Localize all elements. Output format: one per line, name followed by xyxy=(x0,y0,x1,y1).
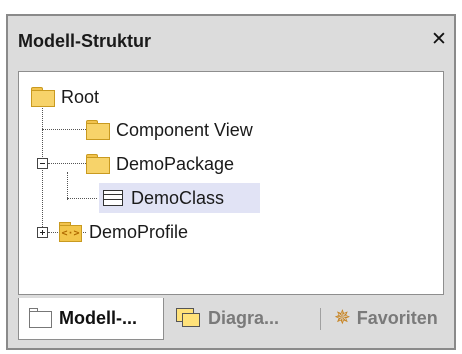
folder-icon xyxy=(86,153,112,175)
tree-node-demo-package[interactable]: DemoPackage xyxy=(86,149,234,179)
expand-toggle-icon[interactable] xyxy=(37,227,48,238)
folder-icon xyxy=(31,86,57,108)
tab-modell-struktur[interactable]: Modell-... xyxy=(18,298,164,340)
tree-connector-line xyxy=(67,172,68,200)
panel-titlebar: Modell-Struktur ✕ xyxy=(8,16,454,64)
tab-label: Favoriten xyxy=(356,307,438,328)
tree-node-root[interactable]: Root xyxy=(31,82,99,112)
tab-favoriten[interactable]: ✵ Favoriten xyxy=(324,298,438,338)
tree-node-label: DemoProfile xyxy=(89,221,189,242)
panel-title: Modell-Struktur xyxy=(18,31,151,51)
tree-node-demo-class[interactable]: DemoClass xyxy=(103,183,224,213)
model-structure-window: Modell-Struktur ✕ Root Component View De… xyxy=(6,14,456,350)
folder-icon xyxy=(29,308,53,329)
diagram-icon xyxy=(176,308,202,328)
tree-node-label: Root xyxy=(61,86,100,107)
tab-separator xyxy=(320,308,321,330)
tree-node-component-view[interactable]: Component View xyxy=(86,115,253,145)
class-icon xyxy=(103,190,123,206)
close-icon[interactable]: ✕ xyxy=(430,29,448,51)
tree-node-demo-profile[interactable]: <·> DemoProfile xyxy=(59,217,188,247)
tab-label: Diagra... xyxy=(208,307,280,328)
tree-node-label: Component View xyxy=(116,119,253,140)
tree-connector-line xyxy=(67,198,97,199)
tree-connector-line xyxy=(42,129,86,130)
tree-node-label: DemoClass xyxy=(131,187,225,208)
profile-folder-icon: <·> xyxy=(59,221,83,243)
tab-label: Modell-... xyxy=(59,308,137,328)
star-icon: ✵ xyxy=(334,307,351,329)
tree-connector-line xyxy=(48,163,86,164)
folder-icon xyxy=(86,119,112,141)
tree-node-label: DemoPackage xyxy=(116,153,235,174)
collapse-toggle-icon[interactable] xyxy=(37,158,48,169)
tree-view: Root Component View DemoPackage DemoClas… xyxy=(18,71,444,295)
tab-diagramm-struktur[interactable]: Diagra... xyxy=(168,298,279,338)
panel-tab-bar: Modell-... Diagra... ✵ Favoriten xyxy=(18,298,448,342)
